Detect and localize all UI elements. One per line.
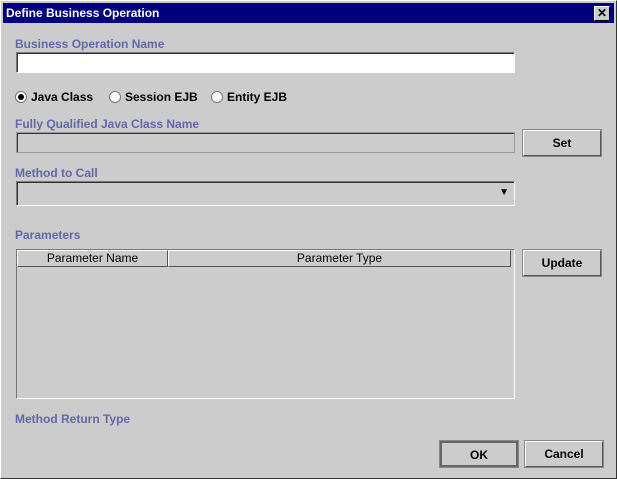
radio-entity-ejb[interactable]: Entity EJB bbox=[211, 90, 287, 104]
column-header-type[interactable]: Parameter Type bbox=[168, 250, 511, 267]
radio-java-class[interactable]: Java Class bbox=[15, 90, 93, 104]
update-button[interactable]: Update bbox=[522, 249, 602, 277]
params-label: Parameters bbox=[15, 228, 81, 242]
parameters-table[interactable]: Parameter Name Parameter Type bbox=[16, 249, 515, 399]
set-button[interactable]: Set bbox=[522, 129, 602, 157]
radio-button[interactable] bbox=[211, 91, 223, 103]
title-bar: Define Business Operation ✕ bbox=[3, 3, 614, 23]
method-label: Method to Call bbox=[15, 166, 98, 180]
column-header-name[interactable]: Parameter Name bbox=[17, 250, 168, 267]
cancel-button[interactable]: Cancel bbox=[524, 440, 604, 468]
radio-label: Session EJB bbox=[125, 90, 198, 104]
dialog-window: Define Business Operation ✕ Business Ope… bbox=[0, 0, 617, 479]
return-type-label: Method Return Type bbox=[15, 412, 131, 426]
op-name-label: Business Operation Name bbox=[15, 37, 165, 51]
dialog-title: Define Business Operation bbox=[6, 6, 160, 20]
ok-button[interactable]: OK bbox=[439, 440, 519, 468]
class-name-label: Fully Qualified Java Class Name bbox=[15, 117, 200, 131]
radio-label: Entity EJB bbox=[227, 90, 288, 104]
method-dropdown[interactable]: ▼ bbox=[16, 181, 515, 206]
radio-session-ejb[interactable]: Session EJB bbox=[109, 90, 198, 104]
radio-button[interactable] bbox=[109, 91, 121, 103]
chevron-down-icon: ▼ bbox=[499, 187, 509, 198]
close-icon[interactable]: ✕ bbox=[594, 6, 610, 21]
class-name-input[interactable] bbox=[16, 132, 515, 153]
radio-button[interactable] bbox=[15, 91, 27, 103]
op-name-input[interactable] bbox=[16, 52, 515, 73]
radio-label: Java Class bbox=[31, 90, 94, 104]
